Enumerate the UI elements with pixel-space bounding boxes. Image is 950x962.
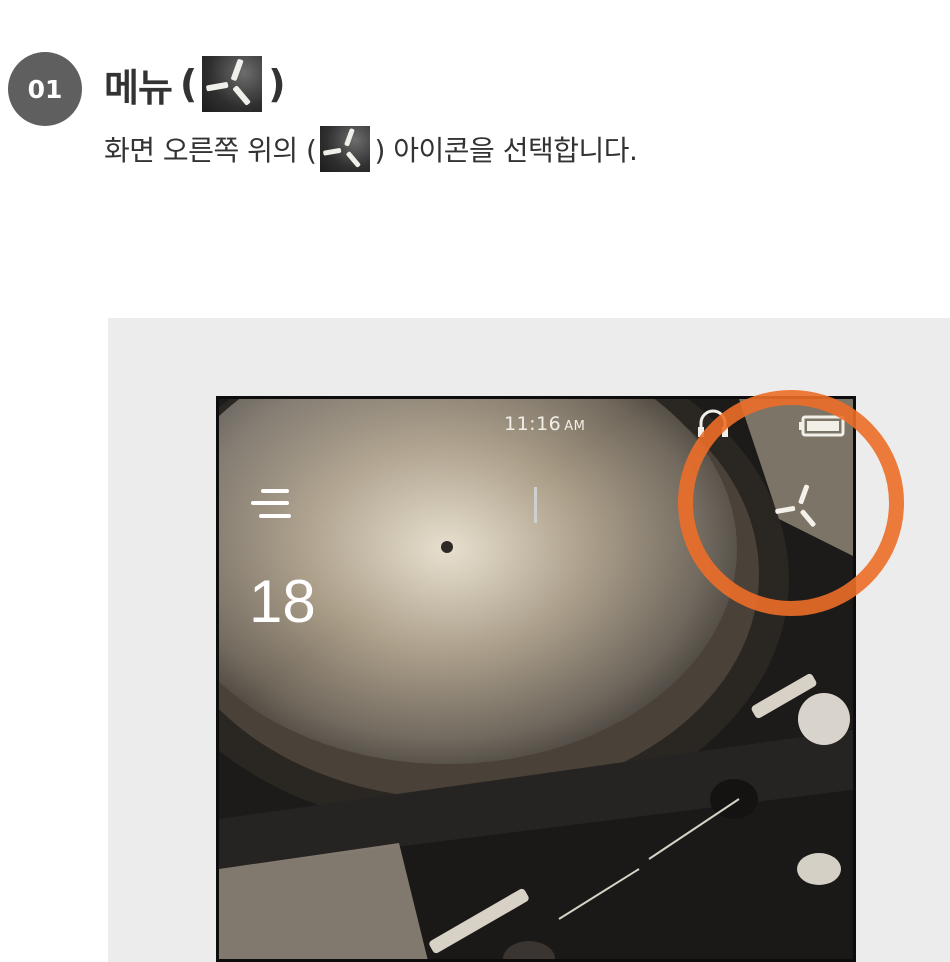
screen-divider <box>534 487 537 523</box>
status-time-value: 11:16 <box>504 413 562 435</box>
description-after: ) 아이콘을 선택합니다. <box>374 134 638 167</box>
description-before: 화면 오른쪽 위의 ( <box>104 134 317 167</box>
paren-open: ( <box>179 62 197 106</box>
step-title: 메뉴 ( ) <box>104 52 287 116</box>
status-time: 11:16 AM <box>504 413 585 435</box>
paren-close: ) <box>268 62 285 106</box>
list-icon[interactable] <box>251 487 295 521</box>
step-title-text: 메뉴 <box>104 65 173 110</box>
volume-value: 18 <box>249 568 316 635</box>
menu-icon <box>202 56 263 112</box>
status-time-ampm: AM <box>564 419 586 434</box>
step-number-badge: 01 <box>8 52 82 126</box>
step-description: 화면 오른쪽 위의 ( ) 아이콘을 선택합니다. <box>104 124 638 174</box>
highlight-ring <box>678 390 904 616</box>
menu-icon <box>320 126 371 172</box>
